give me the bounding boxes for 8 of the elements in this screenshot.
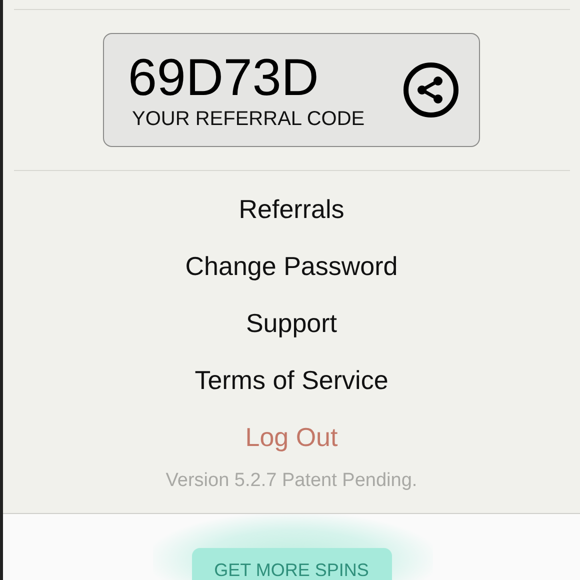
version-text: Version 5.2.7 Patent Pending. [166,470,418,492]
referral-code: 69D73D [128,50,320,106]
referral-caption: YOUR REFERRAL CODE [132,108,365,130]
menu-item[interactable]: Change Password [185,250,398,282]
menu-item[interactable]: Support [246,307,338,339]
menu-item[interactable]: Terms of Service [194,364,388,396]
menu-item[interactable]: Referrals [238,193,344,225]
share-icon[interactable] [403,62,459,118]
